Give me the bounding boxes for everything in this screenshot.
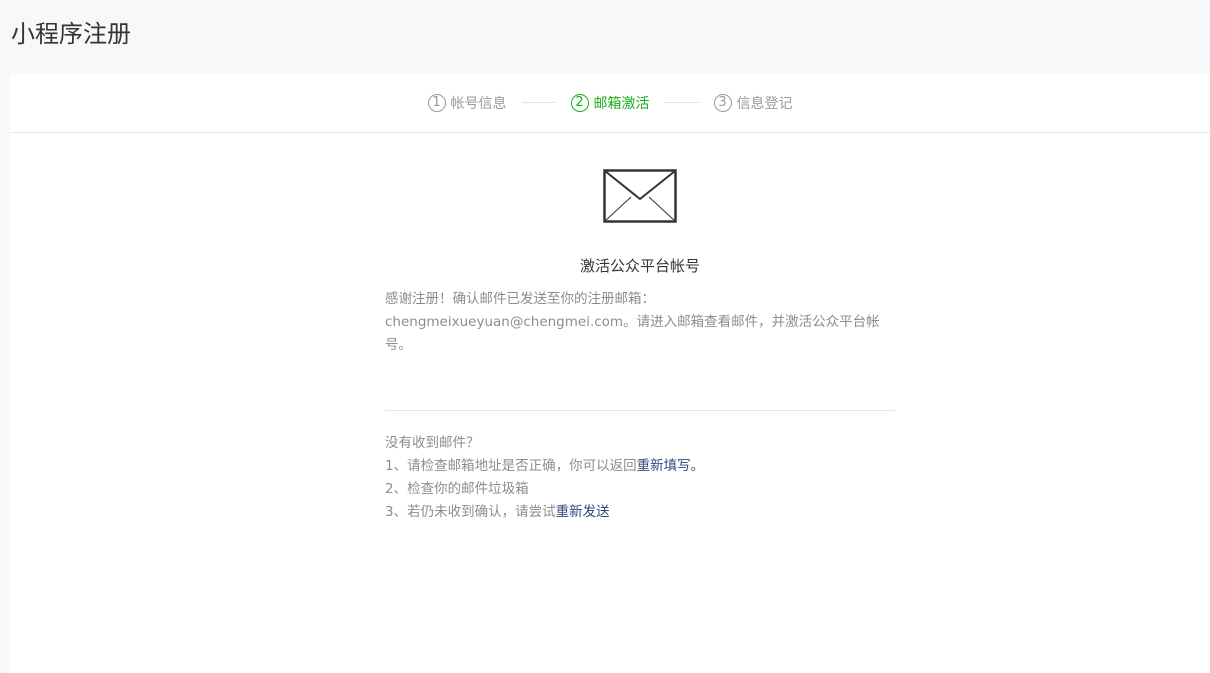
step-number: 2 — [570, 93, 589, 112]
help-item-3: 3、若仍未收到确认，请尝试重新发送 — [385, 501, 704, 524]
desc-email-line: chengmeixueyuan@chengmei.com。请进入邮箱查看邮件，并… — [385, 314, 880, 353]
step-info-registration: 3 信息登记 — [713, 93, 793, 113]
divider — [385, 410, 895, 411]
help-section: 没有收到邮件？ 1、请检查邮箱地址是否正确，你可以返回重新填写。 2、检查你的邮… — [385, 432, 704, 524]
refill-link[interactable]: 重新填写。 — [637, 458, 705, 474]
activation-description: 感谢注册！确认邮件已发送至你的注册邮箱： chengmeixueyuan@che… — [385, 288, 895, 357]
step-account-info: 1 帐号信息 — [427, 93, 507, 113]
desc-line: 感谢注册！确认邮件已发送至你的注册邮箱： — [385, 291, 655, 307]
help-title: 没有收到邮件？ — [385, 435, 480, 451]
activation-heading: 激活公众平台帐号 — [579, 257, 700, 275]
step-number: 3 — [713, 93, 732, 112]
resend-link[interactable]: 重新发送 — [556, 504, 610, 520]
step-label: 帐号信息 — [450, 95, 507, 112]
step-email-activation: 2 邮箱激活 — [570, 93, 650, 113]
step-indicator: 1 帐号信息 2 邮箱激活 3 信息登记 — [10, 73, 1210, 133]
step-divider — [521, 102, 556, 103]
step-label: 邮箱激活 — [593, 95, 650, 112]
step-number: 1 — [427, 93, 446, 112]
help-text: 3、若仍未收到确认，请尝试 — [385, 504, 556, 520]
registration-card: 1 帐号信息 2 邮箱激活 3 信息登记 — [10, 73, 1210, 673]
page-title: 小程序注册 — [11, 20, 131, 48]
envelope-icon — [603, 169, 677, 223]
help-text: 1、请检查邮箱地址是否正确，你可以返回 — [385, 458, 637, 474]
step-divider — [664, 102, 699, 103]
help-item-1: 1、请检查邮箱地址是否正确，你可以返回重新填写。 — [385, 455, 704, 478]
help-item-2: 2、检查你的邮件垃圾箱 — [385, 481, 529, 497]
step-label: 信息登记 — [736, 95, 793, 112]
